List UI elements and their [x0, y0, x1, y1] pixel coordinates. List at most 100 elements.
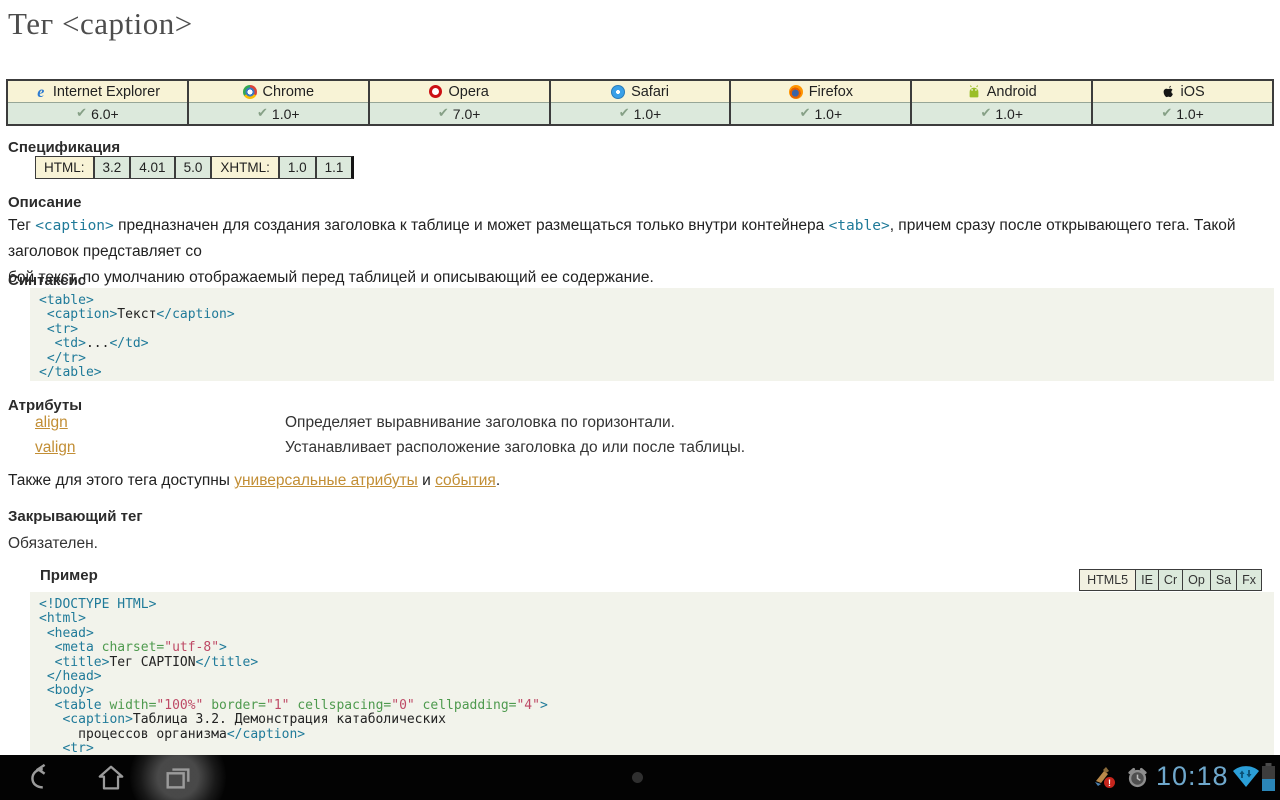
inline-link[interactable]: универсальные атрибуты [234, 472, 418, 489]
browser-column-opera: Opera ✔7.0+ [368, 81, 549, 124]
spec-cell-50: 5.0 [174, 157, 211, 178]
attribute-row: valignУстанавливает расположение заголов… [8, 439, 1274, 464]
spec-cell-11: 1.1 [315, 157, 352, 178]
code-token: cellspacing= [290, 698, 392, 713]
check-icon: ✔ [980, 106, 991, 121]
browser-version: 1.0+ [1176, 106, 1204, 122]
example-tab-cr[interactable]: Cr [1158, 570, 1182, 590]
spec-cell-xhtml: XHTML: [210, 157, 278, 178]
spec-cell-10: 1.0 [278, 157, 315, 178]
browser-name: iOS [1181, 84, 1205, 100]
android-navigation-bar: ! 10:18 [0, 755, 1280, 800]
example-tab-ie[interactable]: IE [1135, 570, 1158, 590]
wifi-icon [1232, 764, 1260, 790]
code-token: <meta [39, 640, 102, 655]
browser-name: Android [987, 84, 1037, 100]
code-token: ... [86, 336, 109, 351]
code-token: <table> [829, 218, 890, 234]
browser-name: Safari [631, 84, 669, 100]
browser-name-cell: Internet Explorer [8, 81, 187, 103]
browser-version-cell: ✔1.0+ [731, 103, 910, 124]
code-token: </tr> [39, 351, 86, 366]
code-token: Таблица 3.2. Демонстрация катаболических [133, 712, 446, 727]
attribute-description: Устанавливает расположение заголовка до … [285, 439, 745, 457]
code-token: бой текст, по умолчанию отображаемый пер… [8, 269, 654, 286]
code-token: Тег CAPTION [109, 655, 195, 670]
android-icon [967, 85, 981, 99]
description-paragraph: Тег <caption> предназначен для создания … [8, 213, 1274, 291]
attribute-link-align[interactable]: align [35, 414, 285, 432]
spec-cell-401: 4.01 [129, 157, 173, 178]
example-code-block: <!DOCTYPE HTML><html> <head> <meta chars… [30, 592, 1274, 755]
browser-name-cell: Chrome [189, 81, 368, 103]
code-token: Текст [117, 307, 156, 322]
example-tab-fx[interactable]: Fx [1236, 570, 1261, 590]
battery-icon [1261, 763, 1276, 791]
cleaner-notification-icon: ! [1092, 765, 1117, 790]
browser-name-cell: Android [912, 81, 1091, 103]
apple-icon [1161, 85, 1175, 99]
code-token: <caption> [39, 307, 117, 322]
android-screen: Тег <caption> Internet Explorer✔6.0+Chro… [0, 0, 1280, 800]
code-token: Тег [8, 217, 35, 234]
browser-column-ie: Internet Explorer✔6.0+ [8, 81, 187, 124]
svg-text:!: ! [1108, 778, 1111, 788]
code-token: charset= [102, 640, 165, 655]
alarm-clock-icon [1126, 766, 1149, 789]
code-token: . [496, 472, 500, 489]
code-token: <td> [39, 336, 86, 351]
code-token: </td> [109, 336, 148, 351]
browser-version: 1.0+ [272, 106, 300, 122]
browser-version-cell: ✔7.0+ [370, 103, 549, 124]
check-icon: ✔ [1161, 106, 1172, 121]
closing-tag-text: Обязателен. [8, 531, 1274, 557]
code-token: > [219, 640, 227, 655]
code-token: "1" [266, 698, 289, 713]
attributes-note: Также для этого тега доступны универсаль… [8, 468, 1274, 494]
home-button[interactable] [96, 763, 126, 793]
code-token: <title> [39, 655, 109, 670]
example-tab-op[interactable]: Op [1182, 570, 1210, 590]
opera-icon [429, 85, 442, 98]
attribute-link-valign[interactable]: valign [35, 439, 285, 457]
code-token: и [418, 472, 435, 489]
syntax-code-block: <table> <caption>Текст</caption> <tr> <t… [30, 288, 1274, 381]
browser-name: Internet Explorer [53, 84, 160, 100]
code-token: <head> [39, 626, 94, 641]
attributes-list: alignОпределяет выравнивание заголовка п… [8, 414, 1274, 464]
browser-version: 1.0+ [815, 106, 843, 122]
browser-version-cell: ✔ 1.0+ [189, 103, 368, 124]
inline-link[interactable]: события [435, 472, 496, 489]
attribute-description: Определяет выравнивание заголовка по гор… [285, 414, 675, 432]
code-token: </table> [39, 365, 102, 380]
code-token: "utf-8" [164, 640, 219, 655]
code-token: процессов организма [39, 727, 227, 742]
internet-explorer-icon [35, 85, 47, 99]
example-browser-tabs: HTML5IECrOpSaFx [1079, 569, 1262, 591]
code-token: </caption> [156, 307, 234, 322]
browser-version-cell: ✔1.0+ [551, 103, 730, 124]
example-tab-html5[interactable]: HTML5 [1080, 570, 1135, 590]
status-clock: 10:18 [1156, 761, 1229, 792]
browser-name-cell: iOS [1093, 81, 1272, 103]
example-tab-sa[interactable]: Sa [1210, 570, 1236, 590]
code-token: <table> [39, 293, 94, 308]
code-token: <tr> [39, 741, 94, 755]
browser-version-cell: ✔ 1.0+ [1093, 103, 1272, 124]
check-icon: ✔ [438, 106, 449, 121]
code-token: "4" [516, 698, 539, 713]
chrome-icon [243, 85, 257, 99]
browser-column-ios: iOS ✔ 1.0+ [1091, 81, 1272, 124]
code-token: > [540, 698, 548, 713]
section-heading-example: Пример [40, 567, 98, 584]
check-icon: ✔ [257, 106, 268, 121]
code-token: border= [203, 698, 266, 713]
browser-version-cell: ✔1.0+ [912, 103, 1091, 124]
section-heading-description: Описание [8, 194, 81, 211]
recent-apps-button[interactable] [163, 763, 193, 793]
page-title: Тег <caption> [8, 6, 193, 42]
back-button[interactable] [24, 763, 54, 793]
browser-name: Opera [448, 84, 488, 100]
browser-version: 1.0+ [634, 106, 662, 122]
code-token: <html> [39, 611, 86, 626]
